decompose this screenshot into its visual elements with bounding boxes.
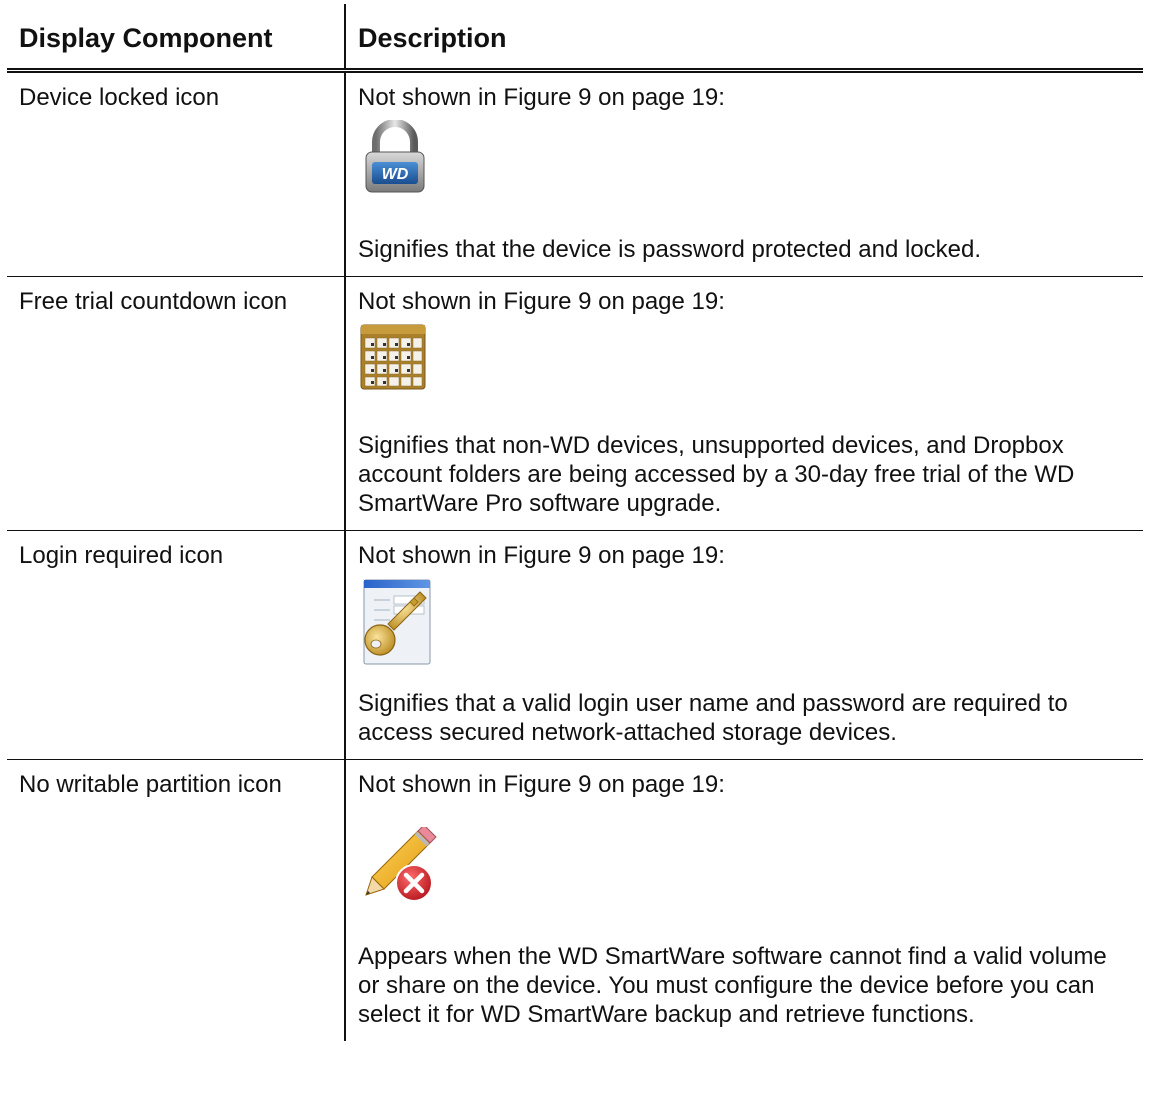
component-description-cell: Not shown in Figure 9 on page 19: xyxy=(345,530,1143,760)
component-name: Free trial countdown icon xyxy=(7,276,346,531)
not-shown-note: Not shown in Figure 9 on page 19: xyxy=(358,288,725,315)
component-name: No writable partition icon xyxy=(7,759,346,1041)
description-text: Appears when the WD SmartWare software c… xyxy=(358,943,1107,1028)
component-description-cell: Not shown in Figure 9 on page 19: xyxy=(345,71,1143,277)
description-text: Signifies that non-WD devices, unsupport… xyxy=(358,432,1075,517)
component-description-cell: Not shown in Figure 9 on page 19: xyxy=(345,276,1143,531)
pencil-error-icon xyxy=(360,824,1131,914)
document-page: Display Component Description Device loc… xyxy=(0,0,1149,1117)
table-row: Free trial countdown icon Not shown in F… xyxy=(7,276,1143,531)
component-name: Device locked icon xyxy=(7,70,346,277)
table-row: Device locked icon Not shown in Figure 9… xyxy=(7,70,1143,277)
not-shown-note: Not shown in Figure 9 on page 19: xyxy=(358,771,725,798)
not-shown-note: Not shown in Figure 9 on page 19: xyxy=(358,84,725,111)
table-header-row: Display Component Description xyxy=(7,4,1143,73)
not-shown-note: Not shown in Figure 9 on page 19: xyxy=(358,542,725,569)
description-text: Signifies that the device is password pr… xyxy=(358,236,982,263)
table-row: No writable partition icon Not shown in … xyxy=(7,759,1143,1041)
key-window-icon xyxy=(360,578,1131,677)
calendar-icon xyxy=(360,324,1131,397)
description-text: Signifies that a valid login user name a… xyxy=(358,690,1068,746)
table-row: Login required icon Not shown in Figure … xyxy=(7,530,1143,760)
component-name: Login required icon xyxy=(7,530,346,760)
display-components-table: Display Component Description Device loc… xyxy=(7,4,1143,1041)
header-display-component: Display Component xyxy=(7,4,346,73)
component-description-cell: Not shown in Figure 9 on page 19: xyxy=(345,759,1143,1041)
header-description: Description xyxy=(345,4,1143,73)
svg-text:WD: WD xyxy=(382,166,409,183)
padlock-wd-icon: WD xyxy=(360,119,1131,201)
